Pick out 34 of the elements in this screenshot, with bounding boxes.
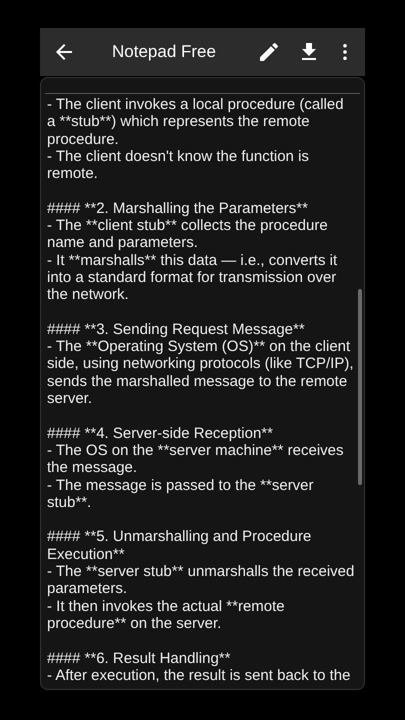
note-text-line: #### **5. Unmarshalling and Procedure: [47, 528, 312, 546]
note-text-line: - The message is passed to the **server: [47, 476, 314, 494]
note-text-line: - It **marshalls** this data — i.e., converts it: [47, 252, 338, 269]
scroll-bar[interactable]: [358, 289, 362, 485]
note-text-line: #### **6. Result Handling**: [47, 650, 230, 667]
note-text-line: - The client invokes a local procedure (called: [47, 96, 344, 114]
note-text-line: remote.: [47, 165, 98, 182]
note-text-line: Execution**: [47, 546, 125, 564]
app-title: Notepad Free: [112, 42, 216, 62]
note-text-line: the network.: [47, 286, 129, 304]
note-text-line: a **stub**) which represents the remote: [47, 113, 310, 131]
note-text-line: sends the marshalled message to the remote: [47, 372, 348, 390]
note-text-line: stub**.: [47, 494, 92, 512]
note-text-line: parameters.: [47, 580, 128, 598]
pencil-icon: [257, 40, 281, 64]
note-text-line: - The **Operating System (OS)** on the client: [47, 338, 350, 356]
note-text-line: #### **2. Marshalling the Parameters**: [47, 200, 308, 218]
note-text-line: procedure.: [47, 130, 119, 148]
note-text-line: #### **4. Server-side Reception**: [47, 424, 273, 442]
note-text-line: name and parameters.: [47, 234, 198, 252]
note-text-line: - The OS on the **server machine** receives: [47, 442, 344, 460]
note-text-line: the message.: [47, 459, 138, 477]
note-text-line: - After execution, the result is sent back to the: [47, 666, 350, 684]
note-text-line: - It then invokes the actual **remote: [47, 598, 285, 615]
note-text-line: into a standard format for transmission over: [47, 268, 336, 286]
more-vertical-icon: [343, 44, 347, 60]
note-text-line: - The **server stub** unmarshalls the received: [47, 563, 354, 580]
note-text-line: procedure** on the server.: [47, 614, 222, 632]
note-text-line: side, using networking protocols (like TCP/IP),: [47, 355, 354, 373]
note-text-line: server.: [47, 390, 92, 408]
note-text-line: - The client doesn't know the function is: [47, 148, 309, 166]
edit-button[interactable]: [257, 40, 281, 64]
note-text-line: #### **3. Sending Request Message**: [47, 320, 305, 338]
note-text-line: - The **client stub** collects the procedure: [47, 217, 328, 234]
